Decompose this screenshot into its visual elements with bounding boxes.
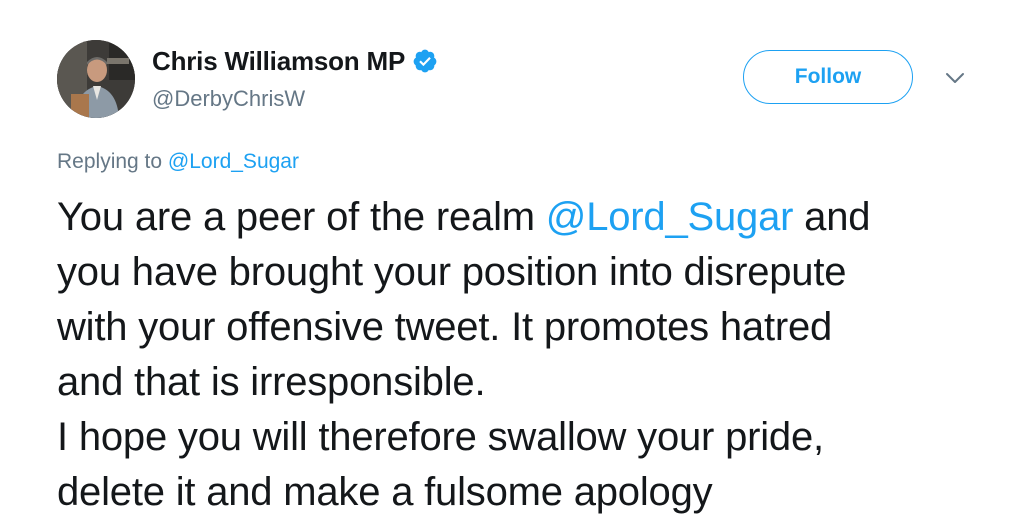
replying-to-label: Replying to <box>57 150 168 173</box>
tweet-line: with your offensive tweet. It promotes h… <box>57 305 833 349</box>
tweet-mention-link[interactable]: @Lord_Sugar <box>546 195 794 239</box>
tweet-line: you have brought your position into disr… <box>57 250 847 294</box>
verified-badge-icon <box>412 48 438 74</box>
tweet-card: Chris Williamson MP @DerbyChrisW Follow … <box>0 0 1024 526</box>
follow-button[interactable]: Follow <box>743 50 913 104</box>
tweet-line: delete it and make a fulsome apology <box>57 470 713 514</box>
author-display-name[interactable]: Chris Williamson MP <box>152 46 405 77</box>
tweet-line: I hope you will therefore swallow your p… <box>57 415 824 459</box>
tweet-line: You are a peer of the realm @Lord_Sugar … <box>57 190 1007 245</box>
tweet-text-segment: and <box>793 195 871 239</box>
tweet-text-segment: You are a peer of the realm <box>57 195 546 239</box>
tweet-line: and that is irresponsible. <box>57 360 486 404</box>
tweet-body: You are a peer of the realm @Lord_Sugar … <box>57 190 1007 520</box>
author-name-row: Chris Williamson MP <box>152 44 438 78</box>
tweet-menu-button[interactable] <box>940 64 970 92</box>
avatar-photo-icon <box>57 40 135 118</box>
author-handle[interactable]: @DerbyChrisW <box>152 86 305 112</box>
replying-to-mention-link[interactable]: @Lord_Sugar <box>168 150 299 173</box>
replying-to: Replying to @Lord_Sugar <box>57 150 299 174</box>
author-avatar[interactable] <box>57 40 135 118</box>
chevron-down-icon <box>946 73 964 83</box>
